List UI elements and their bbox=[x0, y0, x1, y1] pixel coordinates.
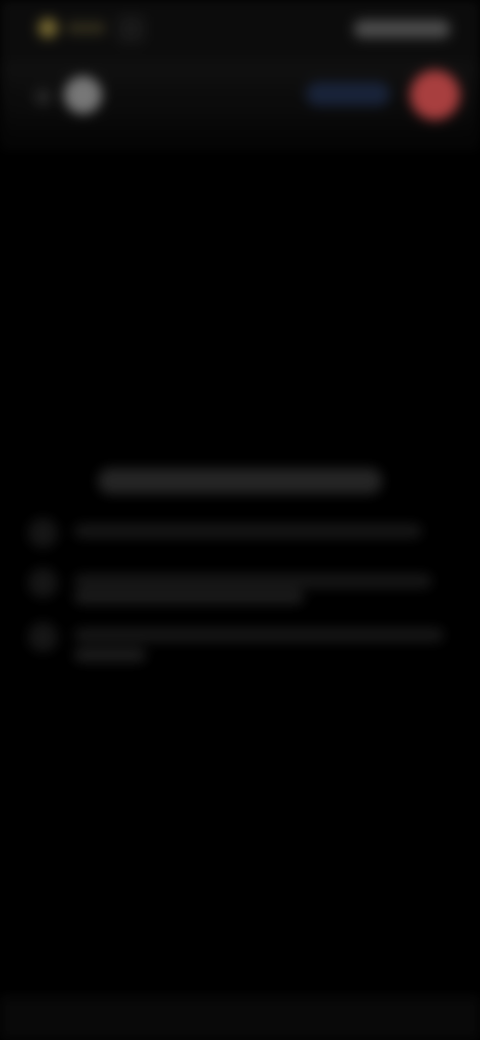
back-icon[interactable] bbox=[34, 88, 52, 106]
step-item bbox=[18, 514, 462, 554]
blurred-screen bbox=[0, 0, 480, 1040]
step-item bbox=[18, 564, 462, 604]
status-bar bbox=[0, 0, 480, 62]
step-number-1 bbox=[28, 518, 58, 548]
end-call-icon[interactable] bbox=[410, 70, 460, 120]
microphone-icon[interactable] bbox=[64, 76, 102, 114]
step-text-line bbox=[74, 524, 422, 538]
step-number-3 bbox=[28, 622, 58, 652]
step-number-2 bbox=[28, 568, 58, 598]
participant-chip[interactable] bbox=[306, 82, 390, 106]
app-indicator-icon bbox=[38, 18, 58, 38]
step-text-line bbox=[74, 590, 304, 604]
card-title bbox=[98, 468, 382, 494]
bottom-bar bbox=[0, 996, 480, 1040]
status-indicator bbox=[66, 22, 106, 34]
step-text-line bbox=[74, 574, 432, 588]
battery-icon bbox=[354, 20, 450, 38]
step-item bbox=[18, 618, 462, 662]
instruction-card bbox=[18, 452, 462, 682]
step-text-line bbox=[74, 628, 444, 642]
notification-icon bbox=[118, 16, 144, 42]
call-control-bar bbox=[0, 62, 480, 152]
step-text-line bbox=[74, 648, 146, 662]
